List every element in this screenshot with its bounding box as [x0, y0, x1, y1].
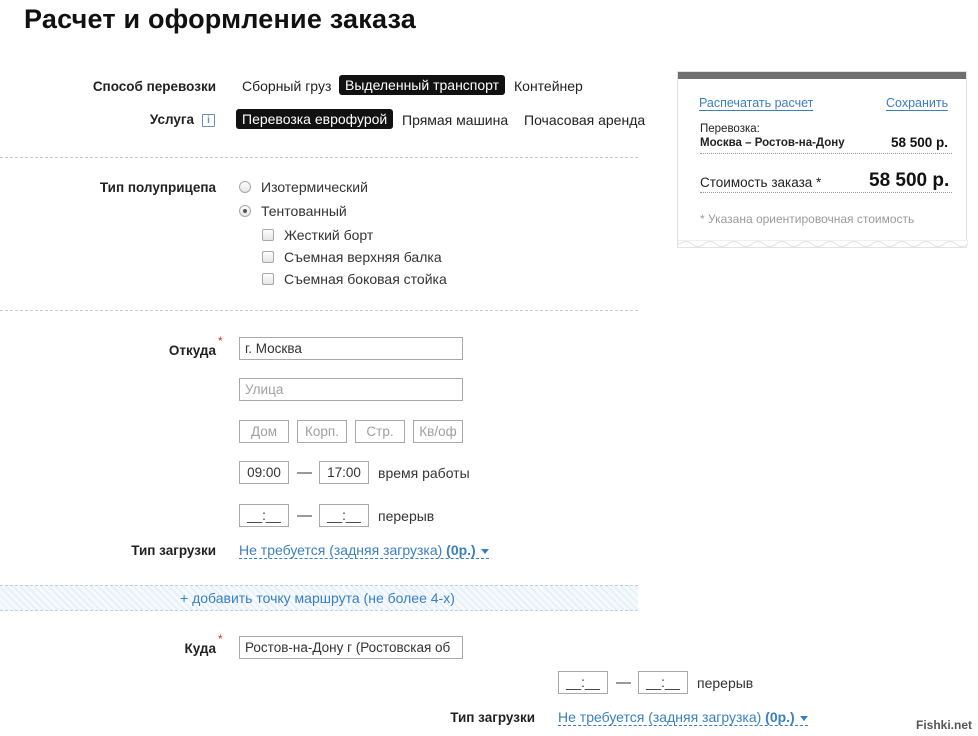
break-label: перерыв — [697, 675, 754, 691]
from-break-end-input[interactable] — [319, 504, 369, 527]
dotted-line — [700, 153, 952, 154]
from-loading-label: Тип загрузки — [131, 543, 216, 558]
checkbox-hard-side-label: Жесткий борт — [284, 227, 374, 243]
service-option-direct[interactable]: Прямая машина — [402, 112, 508, 128]
range-dash: — — [297, 464, 312, 481]
radio-isothermal[interactable] — [239, 181, 251, 193]
radio-tent-label: Тентованный — [261, 203, 347, 219]
from-work-start-input[interactable] — [239, 461, 289, 484]
to-break-end-input[interactable] — [638, 671, 688, 694]
route-text: Москва – Ростов-на-Дону — [700, 137, 845, 149]
chevron-down-icon — [480, 548, 489, 554]
transport-option-dedicated[interactable]: Выделенный транспорт — [339, 75, 506, 95]
checkbox-hard-side[interactable] — [262, 229, 274, 241]
from-label: Откуда — [168, 343, 216, 358]
required-mark: * — [218, 632, 223, 646]
from-house-input[interactable] — [239, 420, 289, 443]
trailer-label: Тип полуприцепа — [99, 180, 216, 195]
route-price: 58 500 р. — [891, 135, 949, 150]
add-route-bar: + добавить точку маршрута (не более 4-х) — [0, 585, 638, 611]
to-loading-label: Тип загрузки — [450, 710, 535, 725]
service-label: Услуга — [149, 112, 194, 127]
order-summary-card: Распечатать расчет Сохранить Перевозка: … — [678, 72, 966, 247]
required-mark: * — [218, 334, 223, 348]
loading-value: Не требуется (задняя загрузка) — [558, 709, 762, 725]
from-work-end-input[interactable] — [319, 461, 369, 484]
to-city-input[interactable] — [239, 636, 463, 659]
from-break-start-input[interactable] — [239, 504, 289, 527]
add-route-link[interactable]: + добавить точку маршрута (не более 4-х) — [180, 590, 455, 606]
loading-price: (0р.) — [446, 542, 476, 558]
page-title: Расчет и оформление заказа — [24, 4, 416, 34]
estimate-note: * Указана ориентировочная стоимость — [700, 212, 915, 226]
break-label: перерыв — [378, 508, 435, 524]
print-calc-link[interactable]: Распечатать расчет — [699, 97, 814, 111]
card-torn-edge — [678, 240, 968, 247]
chevron-down-icon — [799, 715, 808, 721]
service-option-hourly[interactable]: Почасовая аренда — [524, 112, 645, 128]
checkbox-top-beam[interactable] — [262, 251, 274, 263]
from-str-input[interactable] — [355, 420, 405, 443]
work-hours-label: время работы — [378, 465, 470, 481]
info-icon[interactable]: i — [202, 114, 215, 127]
divider — [0, 157, 638, 158]
checkbox-top-beam-label: Съемная верхняя балка — [284, 249, 442, 265]
transport-option-container[interactable]: Контейнер — [514, 78, 583, 94]
loading-value: Не требуется (задняя загрузка) — [239, 542, 443, 558]
to-break-start-input[interactable] — [558, 671, 608, 694]
loading-price: (0р.) — [765, 709, 795, 725]
checkbox-side-post[interactable] — [262, 273, 274, 285]
range-dash: — — [616, 674, 631, 691]
checkbox-side-post-label: Съемная боковая стойка — [284, 271, 447, 287]
to-label: Куда — [184, 641, 217, 656]
from-apt-input[interactable] — [413, 420, 463, 443]
to-loading-dropdown[interactable]: Не требуется (задняя загрузка) (0р.) — [558, 710, 808, 726]
transport-label: Способ перевозки — [92, 79, 216, 94]
radio-tent[interactable] — [239, 205, 251, 217]
from-korp-input[interactable] — [297, 420, 347, 443]
transport-option-groupage[interactable]: Сборный груз — [242, 78, 331, 94]
range-dash: — — [297, 507, 312, 524]
from-loading-dropdown[interactable]: Не требуется (задняя загрузка) (0р.) — [239, 543, 489, 559]
save-link[interactable]: Сохранить — [886, 97, 949, 111]
watermark: Fishki.net — [915, 718, 972, 732]
from-street-input[interactable] — [239, 378, 463, 401]
total-label: Стоимость заказа * — [700, 175, 822, 190]
divider — [0, 310, 638, 311]
from-city-input[interactable] — [239, 337, 463, 360]
dotted-line — [700, 192, 952, 193]
transport-caption: Перевозка: — [700, 123, 760, 135]
radio-isothermal-label: Изотермический — [261, 179, 368, 195]
total-price: 58 500 р. — [869, 170, 950, 191]
service-option-eurotruck[interactable]: Перевозка еврофурой — [236, 109, 394, 129]
